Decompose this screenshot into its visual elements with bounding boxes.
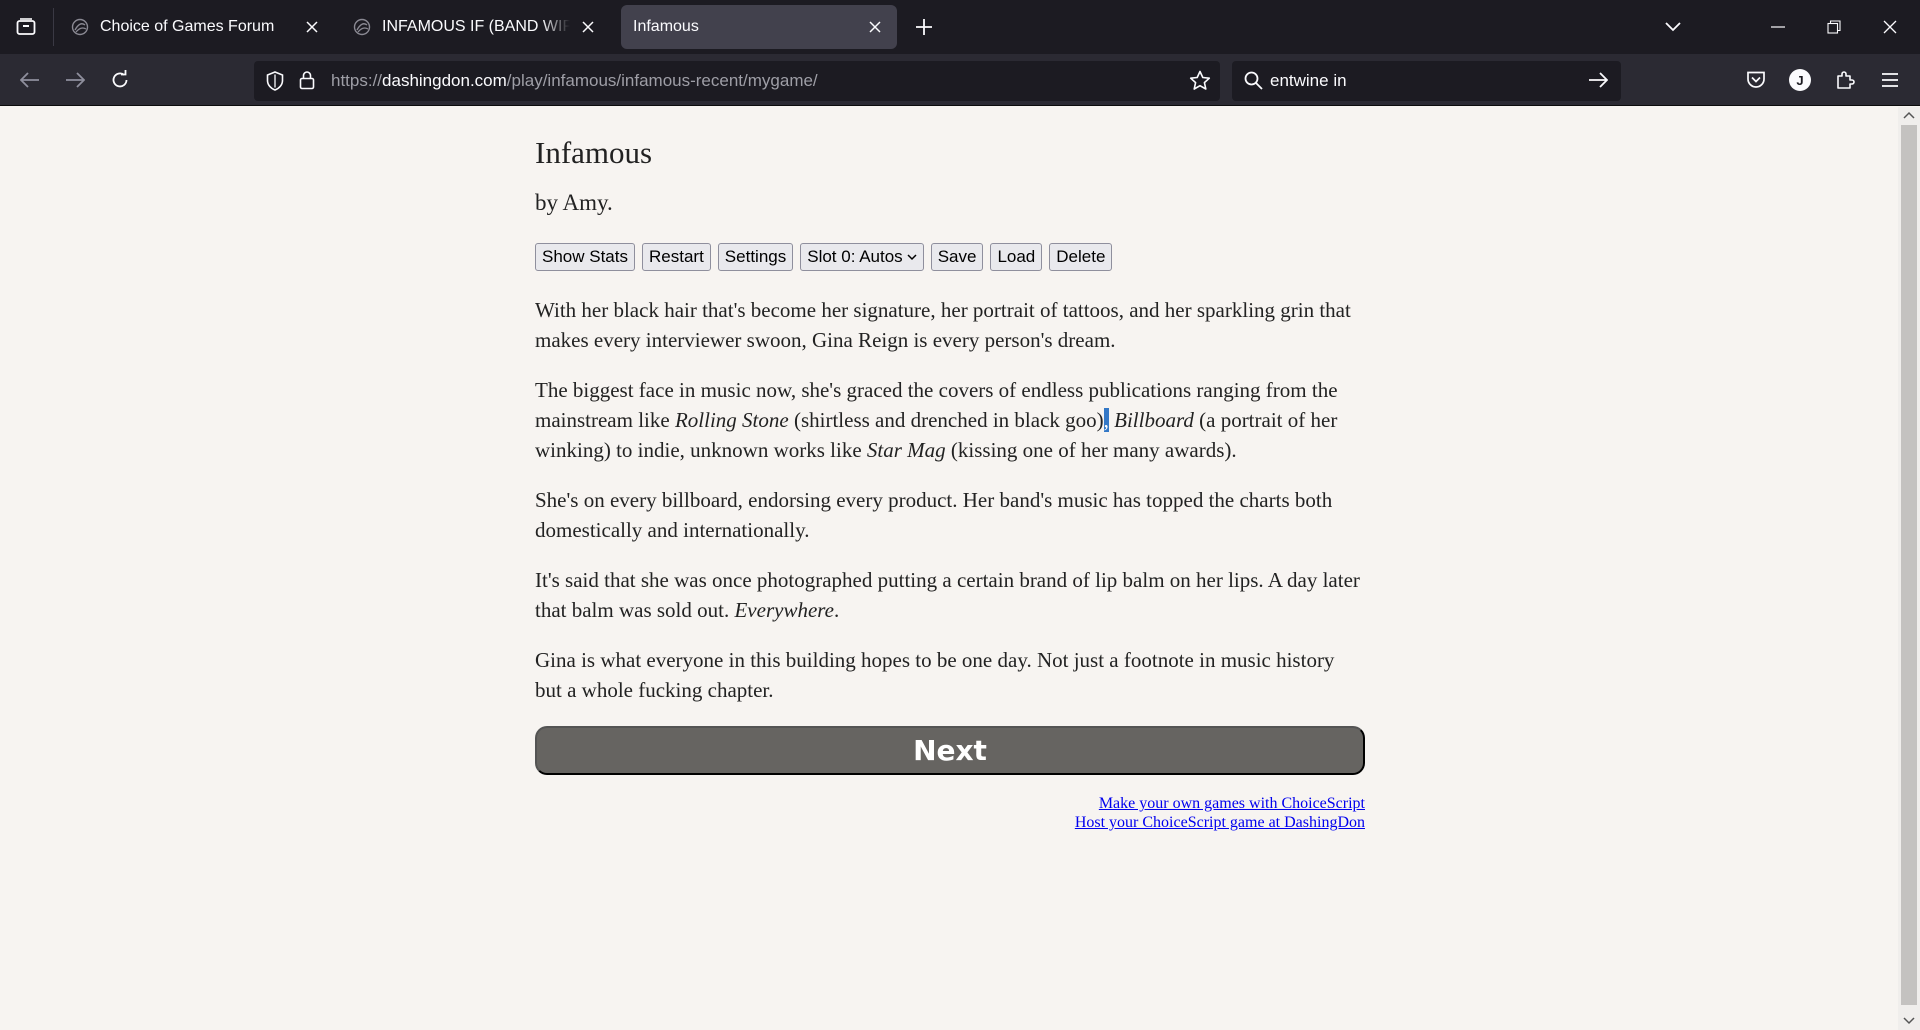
url-prefix: https:// <box>331 71 383 90</box>
publication-title: Rolling Stone <box>674 408 789 432</box>
pocket-icon <box>1747 71 1765 88</box>
story-paragraph: The biggest face in music now, she's gra… <box>535 375 1365 465</box>
publication-title: Billboard <box>1114 408 1194 432</box>
tab-infamous[interactable]: Infamous <box>621 5 897 49</box>
new-tab-button[interactable] <box>908 11 940 43</box>
story-paragraph: She's on every billboard, endorsing ever… <box>535 488 1333 542</box>
restore-button[interactable] <box>1810 11 1858 43</box>
lock-icon[interactable] <box>299 70 315 94</box>
tab-bar: Choice of Games Forum INFAMOUS IF (BAND … <box>0 0 1920 54</box>
firefox-view-button[interactable] <box>10 10 42 44</box>
chevron-up-icon[interactable] <box>1903 111 1915 119</box>
restore-icon <box>1827 20 1841 34</box>
tracking-protection-icon[interactable] <box>266 71 284 95</box>
story-paragraph: Gina is what everyone in this building h… <box>535 648 1335 702</box>
story-paragraph: With her black hair that's become her si… <box>535 298 1351 352</box>
chevron-down-icon <box>907 253 917 260</box>
game-controls: Show Stats Restart Settings Slot 0: Auto… <box>535 243 1113 271</box>
app-menu-button[interactable] <box>1874 64 1906 96</box>
page-viewport: Infamous by Amy. Show Stats Restart Sett… <box>0 107 1898 1030</box>
page-title: Infamous <box>535 135 653 170</box>
bookmark-star-icon[interactable] <box>1189 70 1211 95</box>
tab-title: Infamous <box>633 18 699 35</box>
story-text: With her black hair that's become her si… <box>535 295 1365 725</box>
text-run: . <box>834 598 840 622</box>
settings-button[interactable]: Settings <box>717 243 794 271</box>
url-domain: dashingdon.com <box>382 71 507 90</box>
firefox-view-icon <box>16 18 36 35</box>
close-window-button[interactable] <box>1866 11 1914 43</box>
pocket-button[interactable] <box>1740 64 1772 96</box>
hamburger-menu-icon <box>1882 73 1898 87</box>
show-stats-button[interactable]: Show Stats <box>535 243 635 271</box>
minimize-button[interactable] <box>1754 11 1802 43</box>
reload-icon <box>112 70 128 88</box>
url-bar[interactable]: https://dashingdon.com/play/infamous/inf… <box>254 61 1220 101</box>
dashingdon-host-link[interactable]: Host your ChoiceScript game at DashingDo… <box>1075 813 1365 832</box>
choice-of-games-icon <box>70 17 90 37</box>
arrow-left-icon <box>20 72 39 88</box>
list-all-tabs-button[interactable] <box>1657 11 1689 43</box>
url-path: /play/infamous/infamous-recent/mygame/ <box>506 71 818 90</box>
close-icon[interactable] <box>865 17 885 37</box>
arrow-right-icon[interactable] <box>1588 72 1609 92</box>
save-button[interactable]: Save <box>930 243 984 271</box>
save-slot-select[interactable]: Slot 0: Autos <box>800 243 924 271</box>
tab-separator <box>53 8 54 46</box>
search-bar[interactable]: entwine in <box>1232 61 1621 101</box>
close-icon <box>1883 20 1897 34</box>
plus-icon <box>916 19 932 35</box>
emphasis: Everywhere <box>734 598 834 622</box>
forward-button[interactable] <box>59 64 91 96</box>
load-button[interactable]: Load <box>990 243 1043 271</box>
author-byline: by Amy. <box>535 190 613 215</box>
arrow-right-icon <box>66 72 85 88</box>
tab-title: INFAMOUS IF (BAND WIP) CHAPTER <box>382 18 570 35</box>
chevron-down-icon[interactable] <box>1903 1017 1915 1025</box>
delete-button[interactable]: Delete <box>1049 243 1113 271</box>
search-input[interactable]: entwine in <box>1270 71 1347 91</box>
puzzle-piece-icon <box>1837 71 1855 89</box>
avatar: J <box>1789 69 1811 91</box>
choicescript-link[interactable]: Make your own games with ChoiceScript <box>1075 794 1365 813</box>
text-run: (shirtless and drenched in black goo) <box>788 408 1104 432</box>
choice-of-games-icon <box>352 17 372 37</box>
save-slot-value: Slot 0: Autos <box>807 247 903 266</box>
story-paragraph: It's said that she was once photographed… <box>535 565 1365 625</box>
back-button[interactable] <box>14 64 46 96</box>
next-button[interactable]: Next <box>535 726 1365 775</box>
text-run: It's said that she was once photographed… <box>535 568 1360 622</box>
restart-button[interactable]: Restart <box>642 243 711 271</box>
text-run: (kissing one of her many awards). <box>945 438 1237 462</box>
account-button[interactable]: J <box>1784 64 1816 96</box>
footer-links: Make your own games with ChoiceScript Ho… <box>1075 794 1365 832</box>
reload-button[interactable] <box>104 64 136 96</box>
close-icon[interactable] <box>302 17 322 37</box>
tab-infamous-if-forum[interactable]: INFAMOUS IF (BAND WIP) CHAPTER <box>340 5 610 49</box>
search-icon <box>1244 71 1263 94</box>
tab-choice-of-games-forum[interactable]: Choice of Games Forum <box>58 5 334 49</box>
close-icon[interactable] <box>578 17 598 37</box>
scrollbar-thumb[interactable] <box>1901 125 1917 1005</box>
url-text[interactable]: https://dashingdon.com/play/infamous/inf… <box>331 71 818 91</box>
tab-title: Choice of Games Forum <box>100 18 275 35</box>
extensions-button[interactable] <box>1829 64 1861 96</box>
minimize-icon <box>1771 26 1785 28</box>
publication-title: Star Mag <box>866 438 946 462</box>
vertical-scrollbar[interactable] <box>1898 107 1920 1030</box>
chevron-down-icon <box>1665 22 1681 32</box>
